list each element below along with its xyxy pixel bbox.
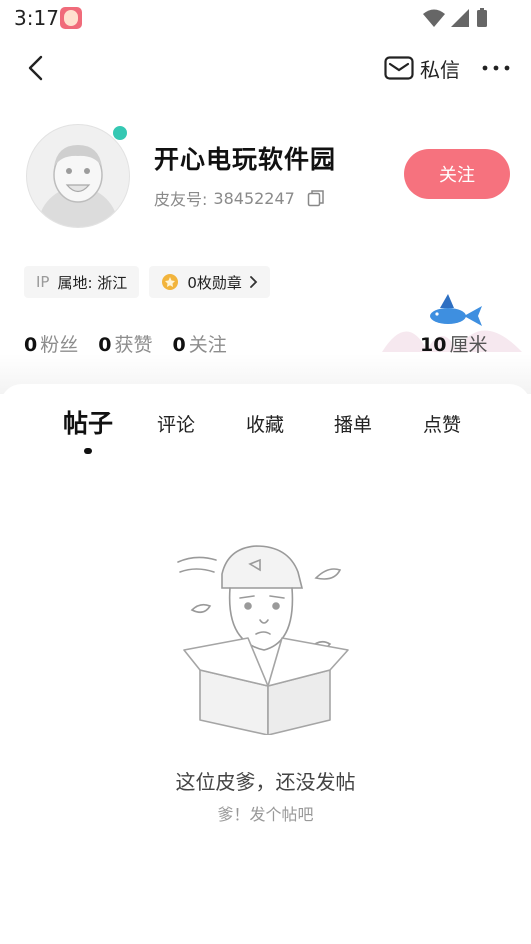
status-time: 3:17 (14, 6, 59, 30)
empty-state-title: 这位皮爹，还没发帖 (175, 770, 356, 794)
stat-following-label: 关注 (188, 334, 227, 356)
stat-fans-count: 0 (24, 334, 38, 356)
online-status-dot (113, 126, 127, 140)
battery-icon (477, 8, 487, 27)
private-message-label: 私信 (420, 57, 460, 82)
more-icon[interactable] (480, 58, 512, 78)
avatar-cartoon (38, 145, 118, 227)
tab-posts[interactable]: 帖子 (63, 404, 113, 440)
copy-icon[interactable] (307, 189, 325, 207)
user-id-label: 皮友号: (154, 190, 208, 209)
stat-following-count: 0 (172, 334, 186, 356)
private-message-button[interactable]: 私信 (384, 54, 460, 82)
empty-state-illustration (177, 545, 349, 735)
fish-icon (430, 308, 466, 324)
medals-chip[interactable]: 0枚勋章 (149, 266, 270, 298)
stat-following[interactable]: 0 关注 (173, 330, 227, 357)
wifi-icon (423, 9, 445, 27)
mail-icon (384, 56, 414, 80)
length-value: 10 (420, 334, 447, 356)
follow-button[interactable]: 关注 (404, 149, 510, 199)
avatar[interactable] (26, 124, 130, 228)
medal-icon (162, 274, 179, 290)
user-id-value: 38452247 (213, 188, 295, 208)
signal-icon (451, 9, 469, 27)
tab-indicator (84, 448, 92, 454)
tab-favorites[interactable]: 收藏 (246, 410, 284, 437)
notification-app-icon (60, 7, 82, 29)
tab-playlists[interactable]: 播单 (334, 410, 372, 437)
ip-location-chip: IP 属地: 浙江 (24, 266, 140, 298)
stat-likes-count: 0 (98, 334, 112, 356)
length-stat: 10 厘米 (420, 330, 487, 357)
length-unit: 厘米 (449, 334, 488, 356)
tab-comments[interactable]: 评论 (157, 410, 195, 437)
stat-fans-label: 粉丝 (40, 334, 79, 356)
user-name: 开心电玩软件园 (154, 145, 337, 174)
medals-label: 0枚勋章 (187, 273, 242, 292)
empty-state-subtitle: 爹！发个帖吧 (217, 805, 314, 824)
stat-fans[interactable]: 0 粉丝 (24, 330, 78, 357)
ip-location: 属地: 浙江 (57, 273, 128, 292)
content-tabs: 帖子 评论 收藏 播单 点赞 (0, 404, 531, 454)
ip-label: IP (36, 273, 50, 291)
tab-liked[interactable]: 点赞 (423, 410, 461, 437)
stat-likes[interactable]: 0 获赞 (98, 330, 152, 357)
back-icon[interactable] (22, 54, 50, 82)
stat-likes-label: 获赞 (114, 334, 153, 356)
status-icons (423, 8, 487, 27)
user-id-row: 皮友号: 38452247 (154, 186, 325, 210)
stats-row: 0 粉丝 0 获赞 0 关注 (24, 330, 247, 357)
chevron-right-icon (249, 276, 258, 288)
status-bar: 3:17 (0, 0, 531, 36)
profile-chips: IP 属地: 浙江 0枚勋章 (24, 266, 280, 298)
top-bar: 私信 (0, 44, 531, 92)
